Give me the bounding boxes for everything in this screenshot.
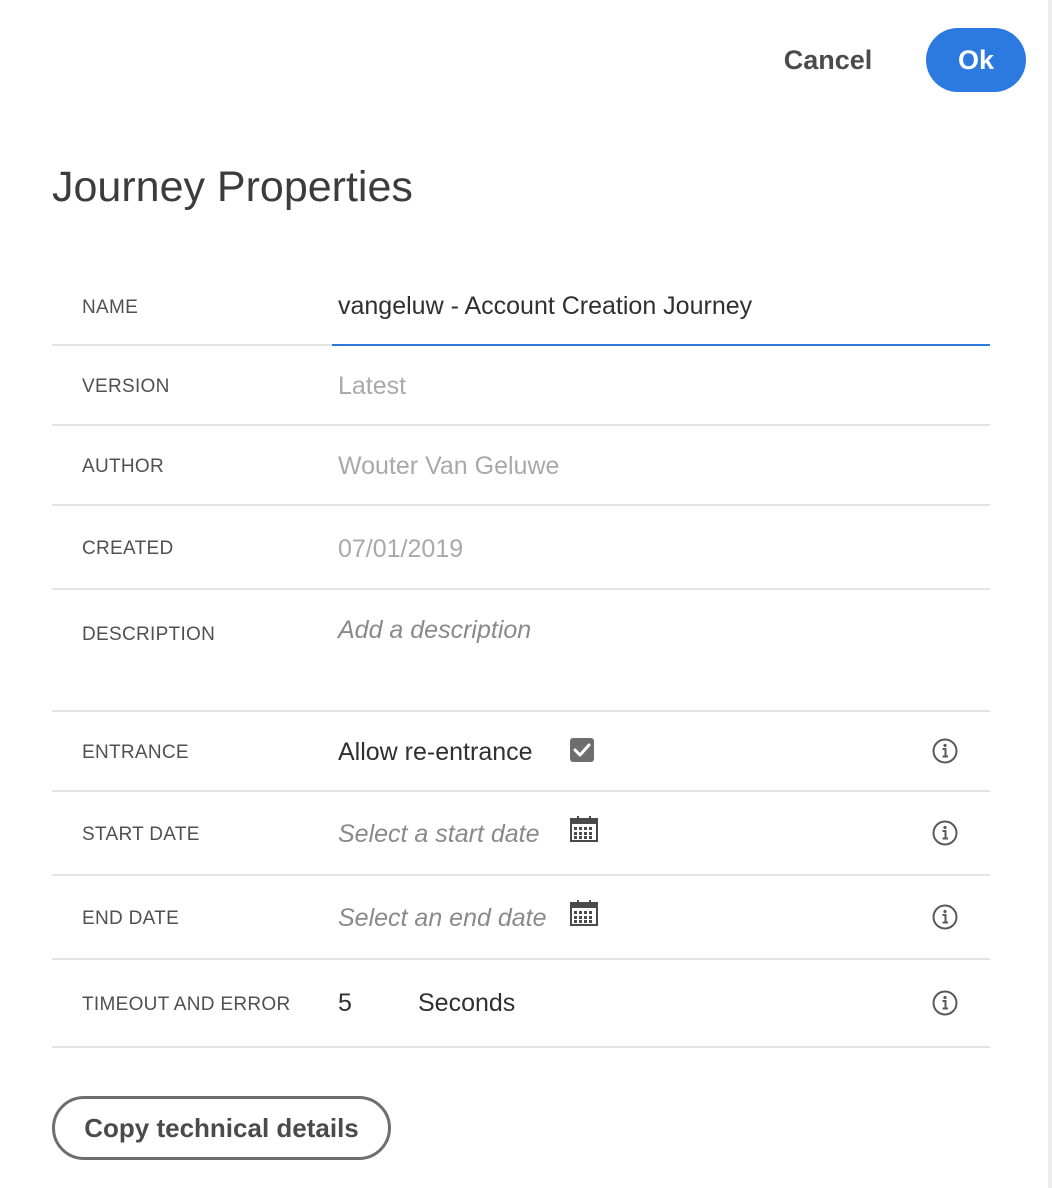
copy-technical-details-button[interactable]: Copy technical details bbox=[52, 1096, 391, 1160]
end-date-row: END DATE Select an end date bbox=[52, 876, 990, 960]
created-label: CREATED bbox=[82, 538, 174, 559]
check-icon bbox=[573, 743, 591, 757]
calendar-icon[interactable] bbox=[570, 816, 598, 842]
allow-reentrance-checkbox[interactable] bbox=[570, 738, 594, 762]
version-value: Latest bbox=[338, 372, 407, 400]
dialog-toolbar: Cancel Ok bbox=[0, 28, 1052, 92]
created-value: 07/01/2019 bbox=[338, 535, 464, 563]
timeout-label: TIMEOUT AND ERROR bbox=[82, 994, 291, 1015]
start-date-input[interactable]: Select a start date bbox=[338, 818, 540, 850]
version-label: VERSION bbox=[82, 376, 170, 397]
name-input[interactable]: vangeluw - Account Creation Journey bbox=[332, 272, 990, 346]
page-title: Journey Properties bbox=[52, 163, 413, 211]
info-icon[interactable] bbox=[932, 820, 958, 846]
description-row: DESCRIPTION Add a description bbox=[52, 590, 990, 712]
end-date-label: END DATE bbox=[82, 908, 180, 929]
cancel-button[interactable]: Cancel bbox=[770, 28, 886, 92]
description-label: DESCRIPTION bbox=[82, 624, 216, 645]
allow-reentrance-label: Allow re-entrance bbox=[338, 738, 533, 766]
start-date-row: START DATE Select a start date bbox=[52, 792, 990, 876]
calendar-icon[interactable] bbox=[570, 900, 598, 926]
info-icon[interactable] bbox=[932, 904, 958, 930]
entrance-label: ENTRANCE bbox=[82, 742, 189, 763]
timeout-value-input[interactable]: 5 bbox=[338, 987, 352, 1019]
author-value: Wouter Van Geluwe bbox=[338, 452, 560, 480]
name-row: NAME vangeluw - Account Creation Journey bbox=[52, 272, 990, 346]
version-row: VERSION Latest bbox=[52, 346, 990, 426]
start-date-label: START DATE bbox=[82, 824, 200, 845]
author-label: AUTHOR bbox=[82, 456, 165, 477]
info-icon[interactable] bbox=[932, 990, 958, 1016]
panel-edge bbox=[1048, 0, 1052, 1188]
description-input[interactable]: Add a description bbox=[338, 614, 531, 646]
end-date-input[interactable]: Select an end date bbox=[338, 902, 547, 934]
created-row: CREATED 07/01/2019 bbox=[52, 506, 990, 590]
timeout-unit-select[interactable]: Seconds bbox=[418, 987, 515, 1019]
info-icon[interactable] bbox=[932, 738, 958, 764]
name-value: vangeluw - Account Creation Journey bbox=[338, 292, 753, 320]
ok-button[interactable]: Ok bbox=[926, 28, 1026, 92]
author-row: AUTHOR Wouter Van Geluwe bbox=[52, 426, 990, 506]
entrance-row: ENTRANCE Allow re-entrance bbox=[52, 712, 990, 792]
name-label: NAME bbox=[82, 297, 139, 318]
timeout-row: TIMEOUT AND ERROR 5 Seconds bbox=[52, 960, 990, 1048]
